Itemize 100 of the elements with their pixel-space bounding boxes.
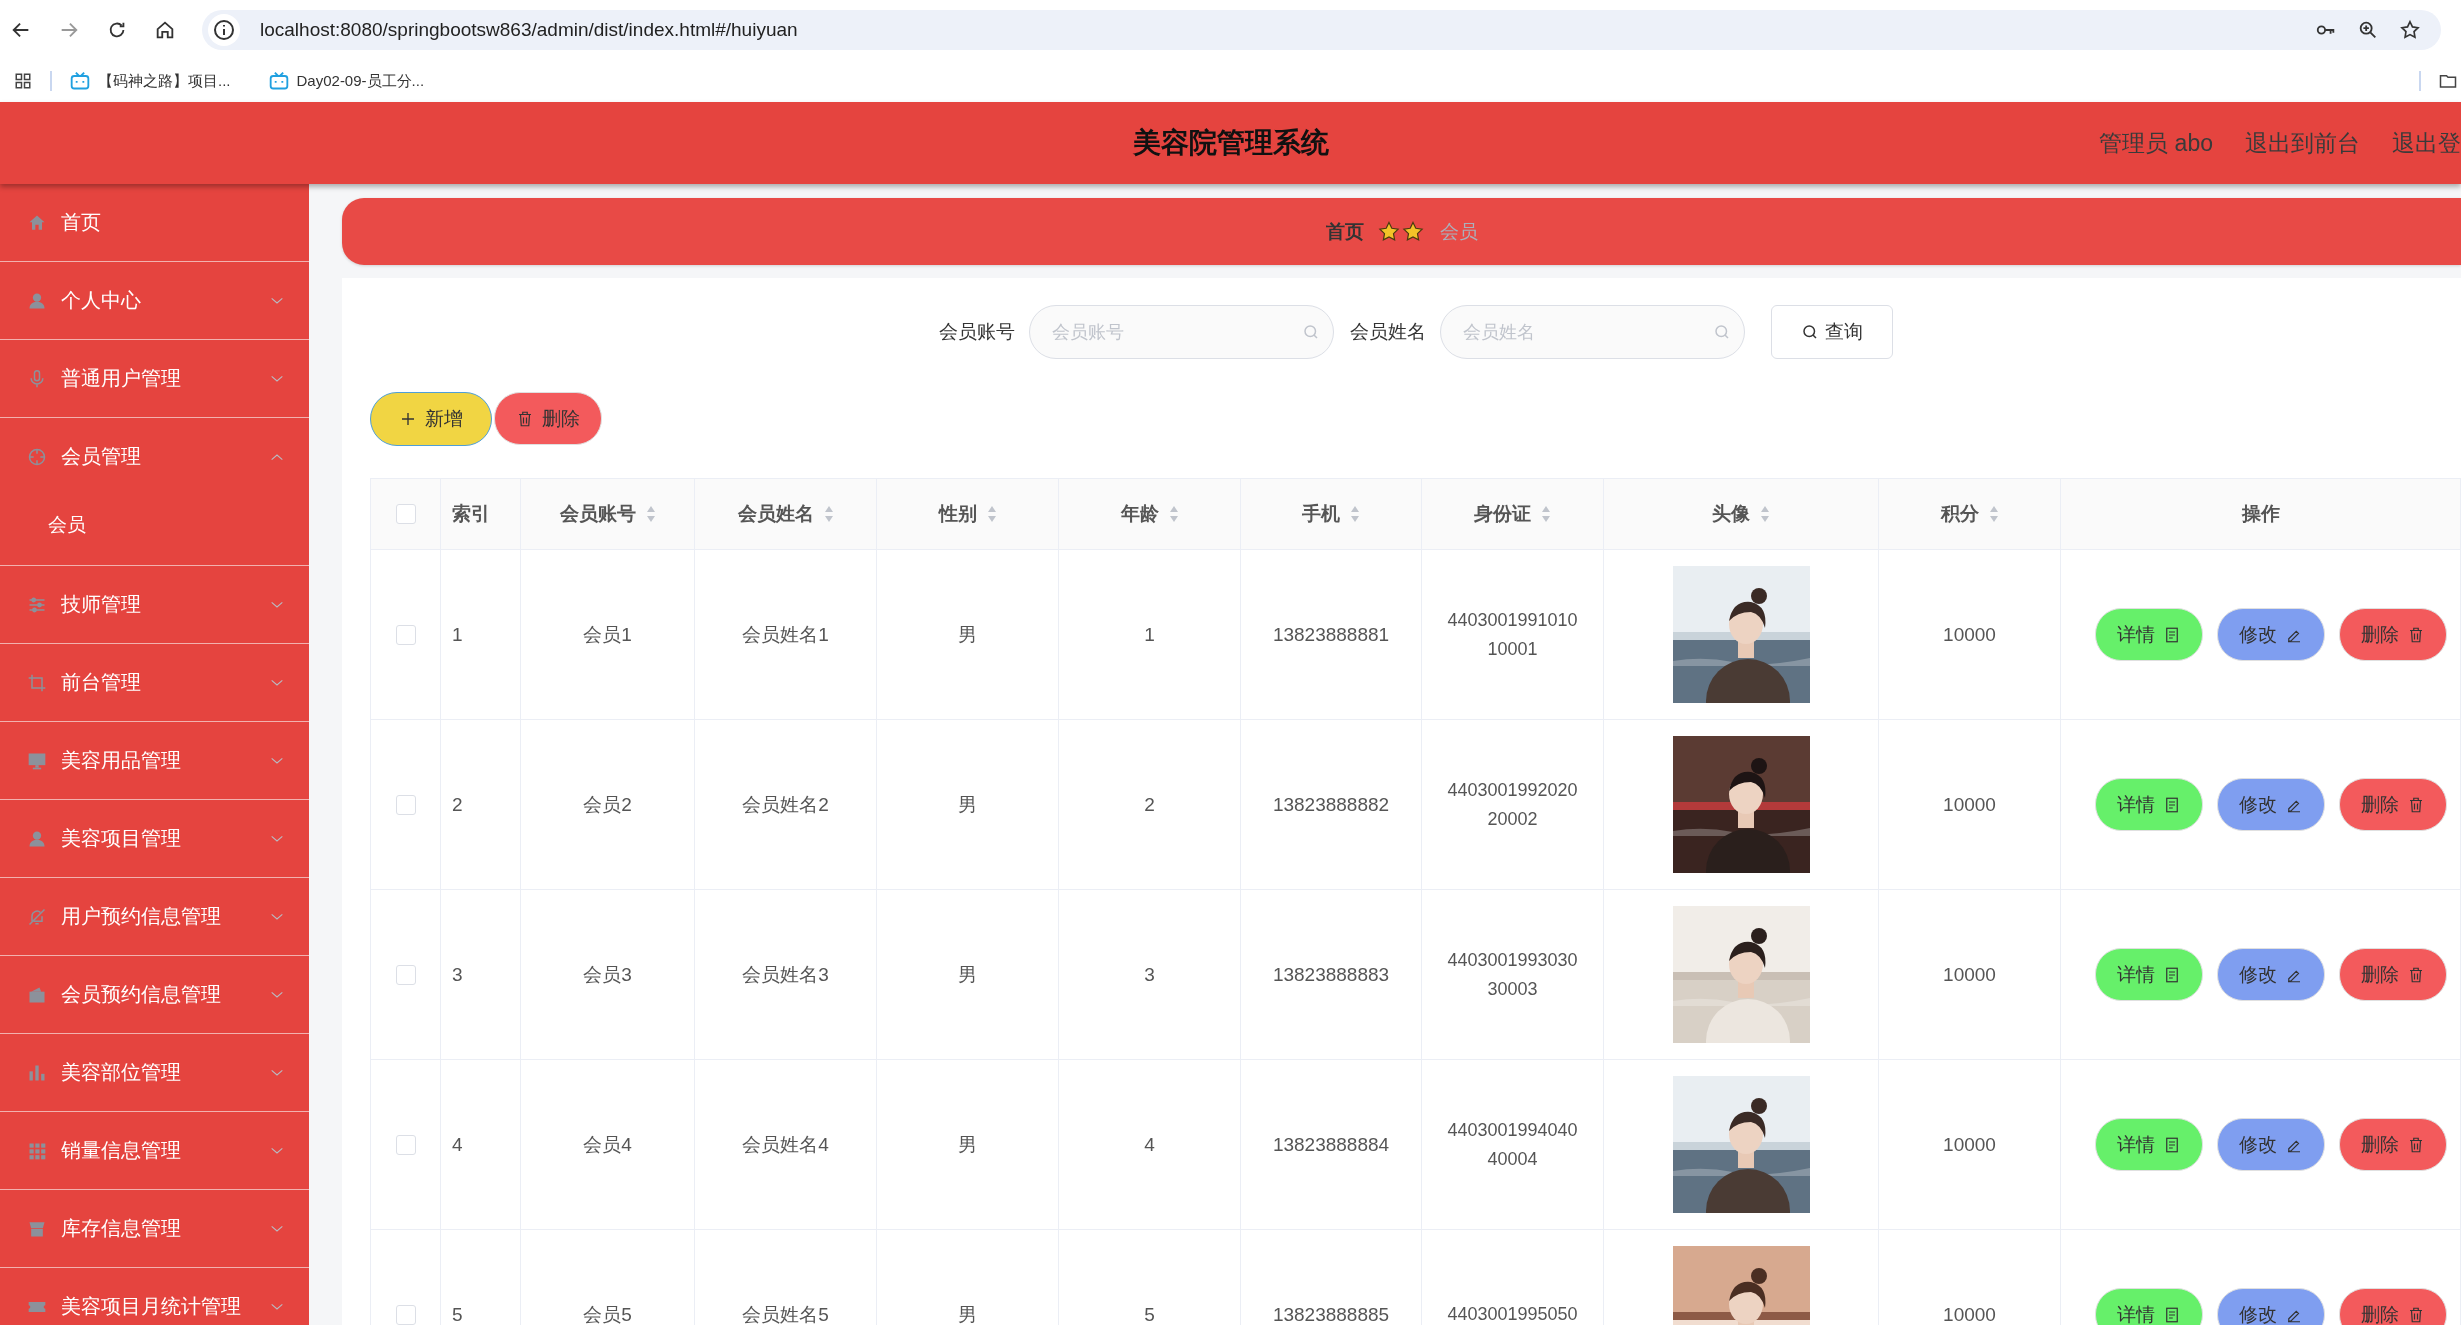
delete-button[interactable]: 删除 <box>2339 948 2447 1001</box>
edit-button[interactable]: 修改 <box>2217 1118 2325 1171</box>
column-header[interactable]: 索引 <box>452 501 490 527</box>
column-header[interactable]: 头像 <box>1712 501 1770 527</box>
points-cell: 10000 <box>1943 1133 1996 1156</box>
address-bar[interactable]: localhost:8080/springbootsw863/admin/dist/index.html#/huiyuan <box>202 10 2441 50</box>
chevron-icon <box>269 677 285 688</box>
row-checkbox[interactable] <box>395 1304 416 1325</box>
column-header[interactable]: 会员姓名 <box>737 501 834 527</box>
select-all-checkbox[interactable] <box>395 504 416 524</box>
tv-icon <box>70 71 90 91</box>
edit-button[interactable]: 修改 <box>2217 778 2325 831</box>
sort-icon[interactable] <box>1168 505 1179 523</box>
row-checkbox[interactable] <box>395 794 416 815</box>
sidebar-item[interactable]: 美容项目月统计管理 <box>0 1268 309 1325</box>
search-field[interactable]: 会员账号 <box>1028 305 1334 359</box>
delete-button[interactable]: 删除 <box>494 392 602 445</box>
bookmark[interactable]: Day02-09-员工分... <box>268 71 425 91</box>
column-header[interactable]: 会员账号 <box>559 501 656 527</box>
row-checkbox[interactable] <box>395 964 416 985</box>
home-icon[interactable] <box>154 19 176 41</box>
bookmark[interactable]: 【码神之路】项目... <box>70 71 231 91</box>
sidebar-item[interactable]: 库存信息管理 <box>0 1190 309 1267</box>
search-field[interactable]: 会员姓名 <box>1439 305 1745 359</box>
header-link[interactable]: 退出登 <box>2392 127 2461 159</box>
chevron-icon <box>269 989 285 1000</box>
search-icon <box>1301 323 1320 341</box>
sort-icon[interactable] <box>1541 505 1551 523</box>
sidebar-item[interactable]: 会员管理 <box>0 418 309 495</box>
delete-button[interactable]: 删除 <box>2339 778 2447 831</box>
index-cell: 2 <box>452 793 463 816</box>
plus-icon <box>399 410 417 428</box>
sort-icon[interactable] <box>1350 505 1360 523</box>
column-header[interactable]: 性别 <box>938 501 997 527</box>
detail-button[interactable]: 详情 <box>2095 1288 2203 1325</box>
detail-button[interactable]: 详情 <box>2095 1118 2203 1171</box>
header-link[interactable]: 管理员 abo <box>2099 127 2213 159</box>
app-title: 美容院管理系统 <box>1132 126 1329 160</box>
account-cell-text: 会员2 <box>583 792 632 817</box>
search-button[interactable]: 查询 <box>1770 305 1893 359</box>
sidebar-item[interactable]: 美容项目管理 <box>0 800 309 877</box>
sidebar-item[interactable]: 销量信息管理 <box>0 1112 309 1189</box>
field-label: 会员账号 <box>938 320 1015 344</box>
sort-icon[interactable] <box>645 505 656 523</box>
edit-button[interactable]: 修改 <box>2217 948 2325 1001</box>
delete-button[interactable]: 删除 <box>2339 1288 2447 1325</box>
points-cell: 10000 <box>1943 1303 1996 1325</box>
column-header[interactable]: 手机 <box>1302 501 1360 527</box>
index-cell: 3 <box>452 963 463 986</box>
gender-cell-text: 男 <box>958 1132 977 1157</box>
star-icon[interactable] <box>2399 19 2421 41</box>
column-header[interactable]: 身份证 <box>1474 501 1551 527</box>
chevron-icon <box>269 373 285 384</box>
phone-cell: 13823888882 <box>1272 793 1390 816</box>
delete-button[interactable]: 删除 <box>2339 1118 2447 1171</box>
edit-button[interactable]: 修改 <box>2217 1288 2325 1325</box>
sort-icon[interactable] <box>1760 505 1770 523</box>
sort-icon[interactable] <box>986 505 997 523</box>
id-card-cell-text: 4403001995050 <box>1446 1303 1579 1325</box>
row-checkbox[interactable] <box>395 1134 416 1155</box>
add-button[interactable]: 新增 <box>370 392 492 446</box>
header-link[interactable]: 退出到前台 <box>2245 127 2360 159</box>
trash-icon <box>2407 625 2425 644</box>
phone-cell: 13823888881 <box>1272 623 1390 646</box>
folder-icon[interactable] <box>2439 72 2457 90</box>
account-cell-text: 会员5 <box>583 1302 632 1325</box>
sidebar-item[interactable]: 首页 <box>0 184 309 261</box>
column-header[interactable]: 年龄 <box>1120 501 1179 527</box>
sort-icon[interactable] <box>823 505 834 523</box>
id-card-cell-text: 440300199202020002 <box>1446 778 1579 831</box>
edit-button[interactable]: 修改 <box>2217 608 2325 661</box>
detail-button[interactable]: 详情 <box>2095 778 2203 831</box>
detail-button[interactable]: 详情 <box>2095 948 2203 1001</box>
name-cell-text: 会员姓名3 <box>742 962 829 987</box>
delete-button[interactable]: 删除 <box>2339 608 2447 661</box>
phone-cell: 13823888883 <box>1272 963 1390 986</box>
sidebar-item[interactable]: 前台管理 <box>0 644 309 721</box>
sidebar-item[interactable]: 技师管理 <box>0 566 309 643</box>
sidebar-item[interactable]: 美容部位管理 <box>0 1034 309 1111</box>
sidebar-item[interactable]: 个人中心 <box>0 262 309 339</box>
sort-icon[interactable] <box>1988 505 1999 523</box>
sidebar-item[interactable]: 普通用户管理 <box>0 340 309 417</box>
search-icon <box>1712 323 1731 341</box>
sidebar-item[interactable]: 美容用品管理 <box>0 722 309 799</box>
detail-button[interactable]: 详情 <box>2095 608 2203 661</box>
column-header[interactable]: 积分 <box>1940 501 1999 527</box>
points-cell: 10000 <box>1943 963 1996 986</box>
chevron-icon <box>269 833 285 844</box>
sidebar-subitem[interactable]: 会员 <box>0 495 309 565</box>
chevron-icon <box>269 911 285 922</box>
info-icon[interactable] <box>208 14 240 46</box>
index-cell: 1 <box>452 623 463 646</box>
column-header[interactable]: 操作 <box>2241 501 2280 527</box>
apps-icon[interactable] <box>14 72 32 90</box>
row-checkbox[interactable] <box>395 624 416 645</box>
sidebar-item[interactable]: 会员预约信息管理 <box>0 956 309 1033</box>
phone-cell: 13823888884 <box>1272 1133 1390 1156</box>
zoom-icon[interactable] <box>2357 19 2379 41</box>
sidebar-item[interactable]: 用户预约信息管理 <box>0 878 309 955</box>
breadcrumb-link[interactable]: 首页 <box>1325 218 1364 245</box>
